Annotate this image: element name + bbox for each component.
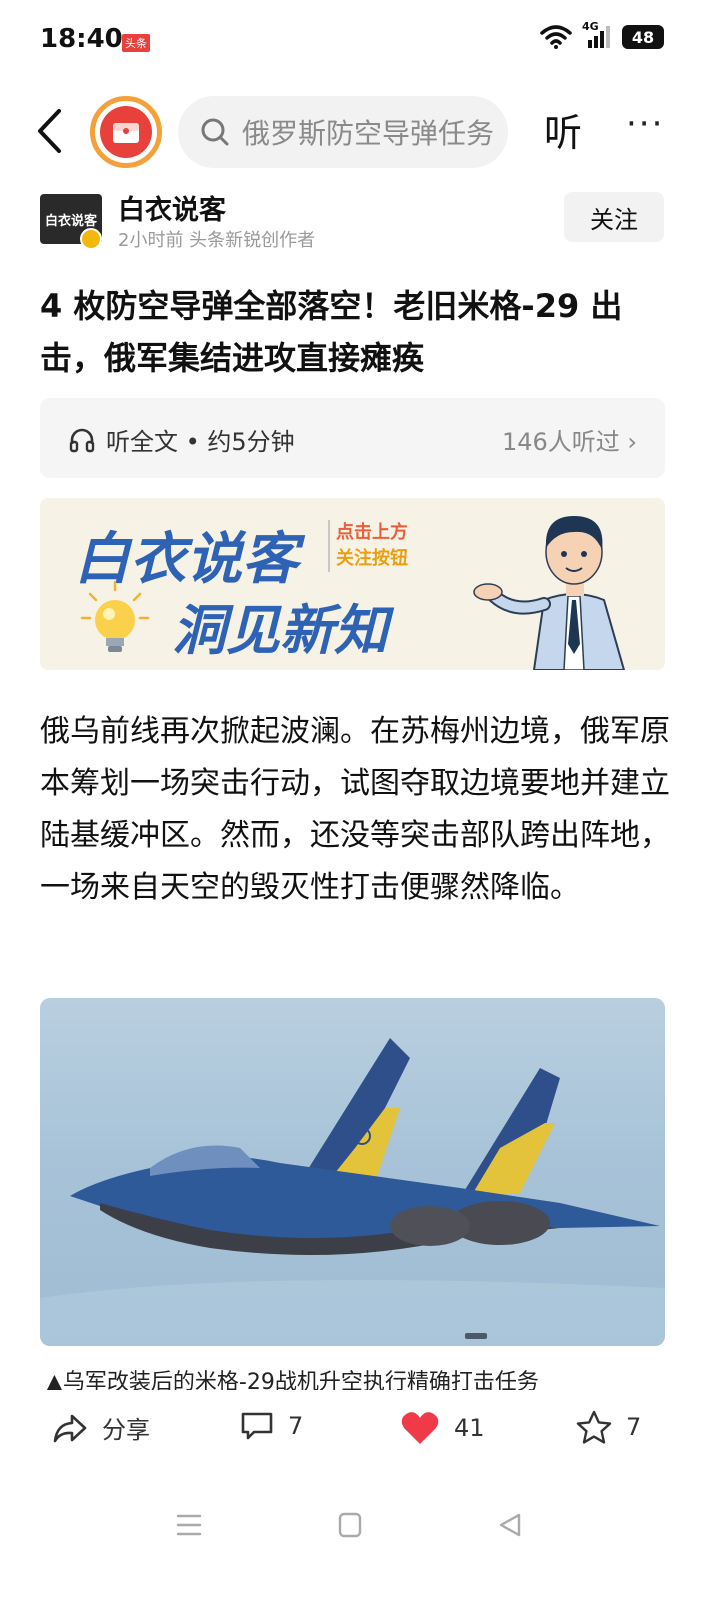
top-nav: 俄罗斯防空导弹任务 听 ···: [0, 90, 720, 174]
comment-count: 7: [288, 1412, 304, 1440]
favorite-count: 7: [626, 1413, 642, 1441]
back-button[interactable]: [26, 104, 72, 158]
app-logo[interactable]: [90, 96, 162, 168]
more-options-button[interactable]: ···: [626, 104, 664, 144]
author-banner: 白衣说客 点击上方 关注按钮 洞见新知: [40, 498, 665, 670]
banner-title-line2: 洞见新知: [172, 598, 388, 662]
listen-duration-text: 听全文 • 约5分钟: [106, 428, 295, 456]
article-body-paragraph: 俄乌前线再次掀起波澜。在苏梅州边境，俄军原本筹划一场突击行动，试图夺取边境要地并…: [40, 714, 670, 905]
presenter-illustration-icon: [473, 516, 626, 670]
menu-icon[interactable]: [176, 1512, 202, 1538]
search-placeholder: 俄罗斯防空导弹任务: [242, 117, 495, 150]
like-button[interactable]: 41: [400, 1410, 485, 1446]
favorite-button[interactable]: 7: [576, 1410, 641, 1444]
follow-button[interactable]: 关注: [564, 192, 664, 242]
system-nav-bar: [0, 1490, 720, 1560]
wifi-icon: [540, 25, 572, 49]
banner-note-line2: 关注按钮: [336, 548, 408, 569]
battery-indicator: 48: [622, 25, 664, 49]
article-title: 4 枚防空导弹全部落空！老旧米格-29 出击，俄军集结进攻直接瘫痪: [40, 287, 623, 377]
listen-count-text: 146人听过 ›: [501, 428, 637, 456]
action-bar: 分享 7 41 7: [0, 1396, 720, 1466]
status-app-badge: 头条: [122, 34, 150, 52]
share-icon: [53, 1414, 87, 1442]
signal-icon: 4G: [582, 20, 612, 50]
home-icon[interactable]: [338, 1512, 362, 1538]
comment-icon: [241, 1412, 273, 1440]
listen-button[interactable]: 听: [544, 102, 582, 157]
article-photo[interactable]: [40, 998, 665, 1346]
author-name[interactable]: 白衣说客: [118, 188, 226, 227]
verified-badge-icon: [80, 228, 102, 250]
toutiao-logo-icon: [113, 123, 139, 143]
avatar-logo-text: 白衣说客: [44, 213, 97, 229]
search-box[interactable]: 俄罗斯防空导弹任务: [178, 96, 508, 168]
comment-button[interactable]: 7: [240, 1410, 303, 1442]
banner-note: 点击上方 关注按钮: [328, 520, 408, 572]
share-button[interactable]: 分享: [52, 1410, 150, 1445]
chevron-left-icon: [38, 109, 61, 153]
status-time: 18:40: [40, 24, 123, 54]
star-icon: [576, 1410, 612, 1444]
back-triangle-icon[interactable]: [498, 1512, 522, 1538]
banner-note-line1: 点击上方: [336, 522, 408, 543]
search-icon: [201, 118, 229, 146]
battery-level: 48: [631, 27, 655, 47]
author-row: 白衣说客 白衣说客 2小时前 头条新锐创作者 关注: [0, 184, 720, 254]
light-bulb-icon: [80, 580, 150, 652]
fighter-jet-illustration: [40, 1038, 665, 1346]
photo-caption: ▲乌军改装后的米格-29战机升空执行精确打击任务: [46, 1370, 539, 1390]
listen-card-left: 听全文 • 约5分钟: [68, 422, 295, 457]
headphones-icon: [69, 428, 95, 452]
status-bar: 18:40 头条 4G 48: [0, 0, 720, 80]
share-label: 分享: [102, 1416, 150, 1444]
heart-icon: [401, 1412, 439, 1444]
author-meta: 2小时前 头条新锐创作者: [118, 230, 316, 251]
like-count: 41: [454, 1414, 485, 1442]
listen-full-text-card[interactable]: 听全文 • 约5分钟 146人听过 ›: [40, 398, 665, 478]
status-icons: 4G 48: [540, 20, 664, 50]
